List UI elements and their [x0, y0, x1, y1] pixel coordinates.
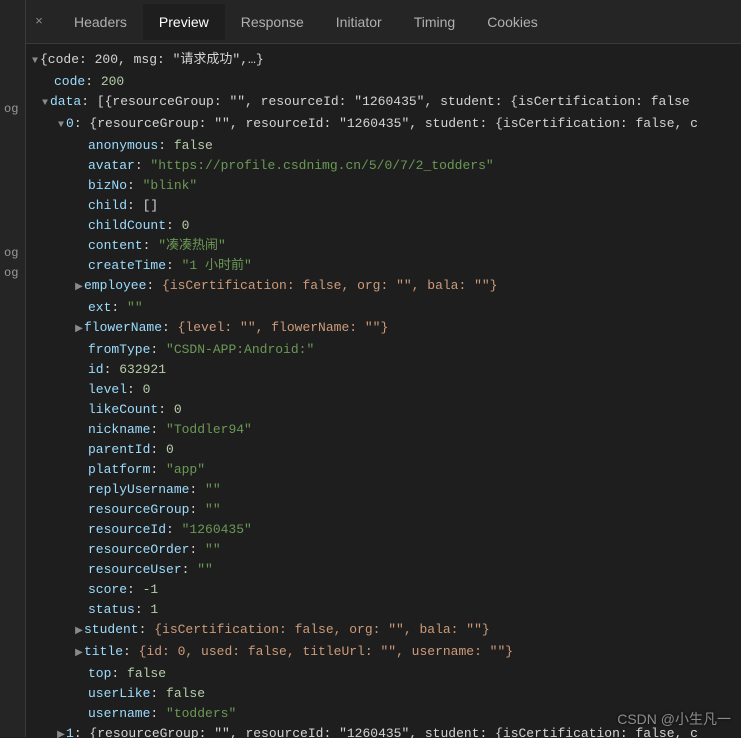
json-row[interactable]: child: [] [30, 196, 741, 216]
json-root[interactable]: ▼{code: 200, msg: "请求成功",…} [30, 50, 741, 72]
json-row[interactable]: resourceGroup: "" [30, 500, 741, 520]
json-row[interactable]: ▶title: {id: 0, used: false, titleUrl: "… [30, 642, 741, 664]
collapse-arrow-icon[interactable]: ▶ [56, 726, 66, 738]
json-preview: ▼{code: 200, msg: "请求成功",…} code: 200 ▼d… [26, 44, 741, 738]
json-row[interactable]: resourceId: "1260435" [30, 520, 741, 540]
json-row[interactable]: ext: "" [30, 298, 741, 318]
json-row[interactable]: fromType: "CSDN-APP:Android:" [30, 340, 741, 360]
collapse-arrow-icon[interactable]: ▶ [74, 622, 84, 642]
tab-cookies[interactable]: Cookies [471, 4, 554, 40]
left-sidebar-strip: og og og [0, 0, 26, 737]
json-row[interactable]: status: 1 [30, 600, 741, 620]
json-row-data[interactable]: ▼data: [{resourceGroup: "", resourceId: … [30, 92, 741, 114]
json-row[interactable]: top: false [30, 664, 741, 684]
json-row[interactable]: resourceUser: "" [30, 560, 741, 580]
json-row[interactable]: platform: "app" [30, 460, 741, 480]
tab-timing[interactable]: Timing [398, 4, 472, 40]
json-row[interactable]: replyUsername: "" [30, 480, 741, 500]
watermark-text: CSDN @小生凡一 [617, 709, 731, 729]
collapse-arrow-icon[interactable]: ▶ [74, 644, 84, 664]
tab-initiator[interactable]: Initiator [320, 4, 398, 40]
json-row[interactable]: score: -1 [30, 580, 741, 600]
json-row[interactable]: id: 632921 [30, 360, 741, 380]
close-icon[interactable]: × [32, 14, 46, 29]
sidebar-stub: og [0, 100, 22, 118]
expand-arrow-icon[interactable]: ▼ [30, 52, 40, 72]
json-row[interactable]: ▶flowerName: {level: "", flowerName: ""} [30, 318, 741, 340]
json-row[interactable]: ▶student: {isCertification: false, org: … [30, 620, 741, 642]
collapse-arrow-icon[interactable]: ▶ [74, 320, 84, 340]
tab-response[interactable]: Response [225, 4, 320, 40]
json-row[interactable]: resourceOrder: "" [30, 540, 741, 560]
json-row[interactable]: userLike: false [30, 684, 741, 704]
json-row[interactable]: likeCount: 0 [30, 400, 741, 420]
json-row-code[interactable]: code: 200 [30, 72, 741, 92]
json-row[interactable]: nickname: "Toddler94" [30, 420, 741, 440]
sidebar-stub: og [0, 244, 22, 262]
sidebar-stub: og [0, 264, 22, 282]
expand-arrow-icon[interactable]: ▼ [40, 94, 50, 114]
json-row[interactable]: bizNo: "blink" [30, 176, 741, 196]
json-row[interactable]: anonymous: false [30, 136, 741, 156]
json-row[interactable]: avatar: "https://profile.csdnimg.cn/5/0/… [30, 156, 741, 176]
json-row[interactable]: childCount: 0 [30, 216, 741, 236]
json-row[interactable]: content: "凑凑热闹" [30, 236, 741, 256]
expand-arrow-icon[interactable]: ▼ [56, 116, 66, 136]
tab-preview[interactable]: Preview [143, 4, 225, 40]
json-row[interactable]: createTime: "1 小时前" [30, 256, 741, 276]
tab-headers[interactable]: Headers [58, 4, 143, 40]
json-row-item-0[interactable]: ▼0: {resourceGroup: "", resourceId: "126… [30, 114, 741, 136]
json-row[interactable]: ▶employee: {isCertification: false, org:… [30, 276, 741, 298]
json-row[interactable]: parentId: 0 [30, 440, 741, 460]
devtools-tab-bar: × Headers Preview Response Initiator Tim… [26, 0, 741, 44]
json-row[interactable]: level: 0 [30, 380, 741, 400]
collapse-arrow-icon[interactable]: ▶ [74, 278, 84, 298]
